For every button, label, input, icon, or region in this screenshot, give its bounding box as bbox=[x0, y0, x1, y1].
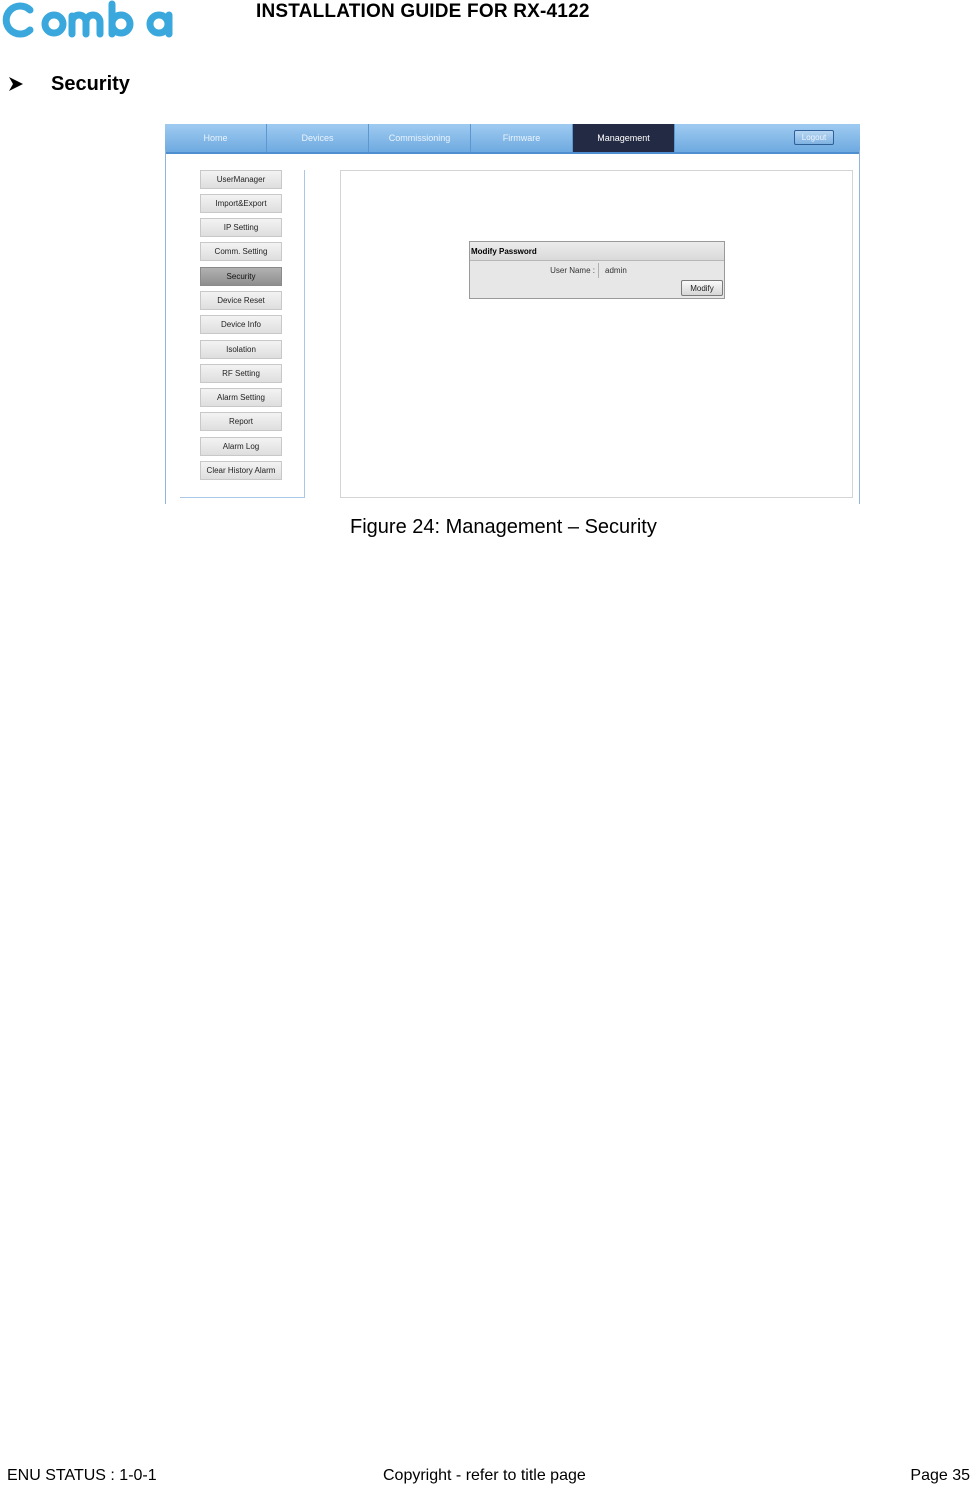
document-title: INSTALLATION GUIDE FOR RX-4122 bbox=[256, 1, 590, 22]
sidebar-item-device-info[interactable]: Device Info bbox=[200, 315, 282, 334]
sidebar-item-isolation[interactable]: Isolation bbox=[200, 340, 282, 359]
sidebar-item-comm-setting[interactable]: Comm. Setting bbox=[200, 242, 282, 261]
comba-logo bbox=[2, 0, 173, 38]
sidebar-item-device-reset[interactable]: Device Reset bbox=[200, 291, 282, 310]
section-heading-row: Security bbox=[8, 72, 130, 96]
sidebar-item-report[interactable]: Report bbox=[200, 412, 282, 431]
sidebar-item-import-export[interactable]: Import&Export bbox=[200, 194, 282, 213]
section-heading: Security bbox=[51, 72, 130, 95]
panel-title: Modify Password bbox=[470, 242, 724, 261]
footer-status: ENU STATUS : 1-0-1 bbox=[7, 1467, 157, 1484]
footer-page-number: Page 35 bbox=[910, 1467, 970, 1484]
frame-border-left bbox=[165, 150, 166, 504]
frame-border-right bbox=[859, 150, 860, 504]
figure-caption: Figure 24: Management – Security bbox=[350, 516, 657, 538]
modify-button[interactable]: Modify bbox=[681, 280, 723, 296]
tab-management[interactable]: Management bbox=[573, 124, 675, 152]
user-name-label: User Name : bbox=[550, 265, 595, 275]
field-divider bbox=[598, 262, 599, 278]
tab-commissioning[interactable]: Commissioning bbox=[369, 124, 471, 152]
user-name-row: User Name : admin bbox=[470, 261, 724, 279]
tab-devices[interactable]: Devices bbox=[267, 124, 369, 152]
modify-password-panel: Modify Password User Name : admin Modify bbox=[469, 241, 725, 299]
arrow-bullet-icon bbox=[9, 77, 23, 91]
sidebar-item-alarm-log[interactable]: Alarm Log bbox=[200, 437, 282, 456]
sidebar-item-rf-setting[interactable]: RF Setting bbox=[200, 364, 282, 383]
top-navigation: Home Devices Commissioning Firmware Mana… bbox=[165, 124, 860, 154]
content-area: Modify Password User Name : admin Modify bbox=[340, 170, 853, 498]
user-name-value: admin bbox=[605, 265, 627, 275]
management-sidebar: UserManager Import&Export IP Setting Com… bbox=[180, 170, 305, 498]
sidebar-item-clear-history-alarm[interactable]: Clear History Alarm bbox=[200, 461, 282, 480]
tab-home[interactable]: Home bbox=[165, 124, 267, 152]
sidebar-item-security[interactable]: Security bbox=[200, 267, 282, 286]
management-screenshot: Home Devices Commissioning Firmware Mana… bbox=[165, 124, 860, 504]
sidebar-item-usermanager[interactable]: UserManager bbox=[200, 170, 282, 189]
tab-firmware[interactable]: Firmware bbox=[471, 124, 573, 152]
sidebar-item-alarm-setting[interactable]: Alarm Setting bbox=[200, 388, 282, 407]
footer-copyright: Copyright - refer to title page bbox=[383, 1467, 586, 1484]
sidebar-item-ip-setting[interactable]: IP Setting bbox=[200, 218, 282, 237]
logout-button[interactable]: Logout bbox=[794, 130, 834, 145]
